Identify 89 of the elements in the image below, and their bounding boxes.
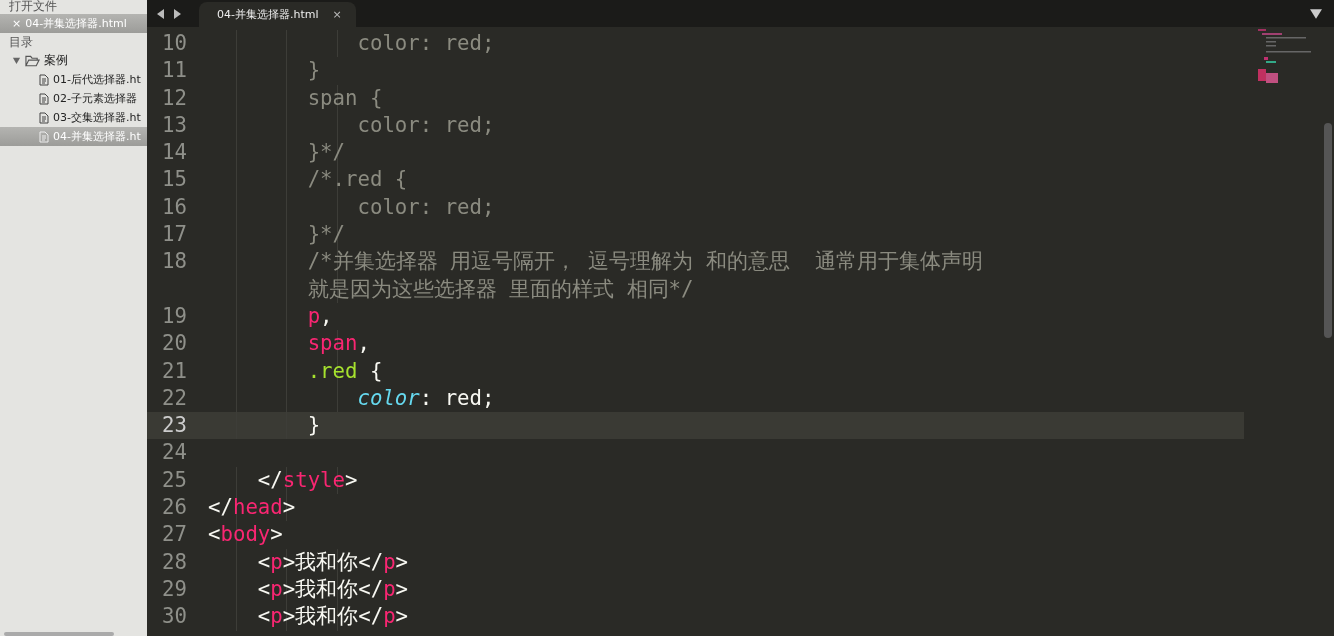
code-token: </ [257, 467, 283, 492]
file-name: 01-后代选择器.ht [53, 72, 141, 87]
code-token: span { [307, 85, 383, 110]
disclosure-triangle-icon[interactable] [12, 56, 21, 65]
line-number: 27 [161, 521, 187, 549]
code-token: < [257, 549, 271, 574]
file-item[interactable]: 01-后代选择器.ht [0, 70, 147, 89]
code-token: , [357, 331, 370, 356]
line-number: 17 [161, 221, 187, 249]
code-token: > [270, 522, 283, 547]
line-number: 11 [161, 57, 187, 85]
line-number: 23 [161, 412, 187, 440]
line-number: 16 [161, 193, 187, 221]
code-token: head [232, 495, 283, 520]
code-token: >我和你</ [282, 576, 384, 601]
line-number: 19 [161, 302, 187, 330]
back-arrow-icon[interactable] [157, 8, 165, 19]
file-icon [39, 92, 49, 105]
forward-arrow-icon[interactable] [173, 8, 181, 19]
code-token: > [395, 604, 409, 629]
dropdown-icon[interactable] [1310, 8, 1322, 19]
file-name: 02-子元素选择器 [53, 91, 137, 106]
code-token: > [282, 495, 296, 520]
code-token: < [257, 576, 271, 601]
code-token: /*并集选择器 用逗号隔开， 逗号理解为 和的意思 通常用于集体声明 [307, 249, 983, 274]
file-icon [39, 111, 49, 124]
code-token: { [369, 358, 383, 383]
code-token: : red; [419, 385, 495, 410]
line-number: 22 [161, 384, 187, 412]
code-token: p [383, 576, 396, 601]
file-icon [39, 130, 49, 143]
close-icon[interactable]: × [332, 8, 342, 21]
code-token: }*/ [307, 140, 345, 165]
code-token: p [270, 549, 283, 574]
file-icon [39, 73, 49, 86]
file-name: 04-并集选择器.html [25, 16, 127, 31]
line-number: 29 [161, 575, 187, 603]
line-number: 18 [161, 248, 187, 276]
folder-name: 案例 [44, 52, 68, 69]
file-item[interactable]: 03-交集选择器.ht [0, 108, 147, 127]
line-number: 20 [161, 330, 187, 358]
line-number: 28 [161, 548, 187, 576]
code-token: span [307, 331, 358, 356]
code-token: p [270, 576, 283, 601]
code-token: >我和你</ [282, 604, 384, 629]
file-item[interactable]: 02-子元素选择器 [0, 89, 147, 108]
line-number: 30 [161, 603, 187, 631]
code-token: p [307, 303, 321, 328]
code-token: > [395, 576, 409, 601]
line-number: 21 [161, 357, 187, 385]
code-token: body [220, 522, 271, 547]
line-number: 24 [161, 439, 187, 467]
code-token: 就是因为这些选择器 里面的样式 相同*/ [307, 276, 694, 301]
line-number: 10 [161, 30, 187, 57]
code-token: < [208, 522, 221, 547]
code-token: >我和你</ [282, 549, 384, 574]
code-token: > [395, 549, 409, 574]
code-token: color: red; [357, 112, 495, 137]
code-token: p [383, 604, 396, 629]
line-number: 26 [161, 494, 187, 522]
code-token: style [282, 467, 346, 492]
code-token: color: red; [357, 194, 495, 219]
code-token: p [270, 604, 283, 629]
line-number: 15 [161, 166, 187, 194]
code-token: color: red; [357, 31, 495, 55]
code-token: </ [208, 495, 233, 520]
code-token: p [383, 549, 396, 574]
file-name: 03-交集选择器.ht [53, 110, 141, 125]
code-token: /*.red { [307, 167, 408, 192]
scrollbar[interactable] [1324, 123, 1332, 338]
code-token: color [357, 385, 420, 410]
line-number: 14 [161, 139, 187, 167]
code-token: } [307, 413, 321, 438]
line-number: 12 [161, 84, 187, 112]
folder-icon [25, 54, 40, 67]
code-token: } [307, 58, 321, 83]
line-number: 13 [161, 111, 187, 139]
line-number: 25 [161, 466, 187, 494]
code-token: }*/ [307, 222, 345, 247]
code-token: > [345, 467, 358, 492]
code-token: .red [307, 358, 358, 383]
scrollbar[interactable] [4, 632, 114, 636]
section-heading: 目录 [8, 34, 34, 51]
code-token: , [320, 303, 333, 328]
file-name: 04-并集选择器.ht [53, 129, 141, 144]
code-token: < [257, 604, 271, 629]
section-heading: 打开文件 [8, 0, 58, 14]
folder-item[interactable]: 案例 [0, 51, 147, 70]
editor-tab[interactable]: 04-并集选择器.html × [199, 2, 356, 27]
